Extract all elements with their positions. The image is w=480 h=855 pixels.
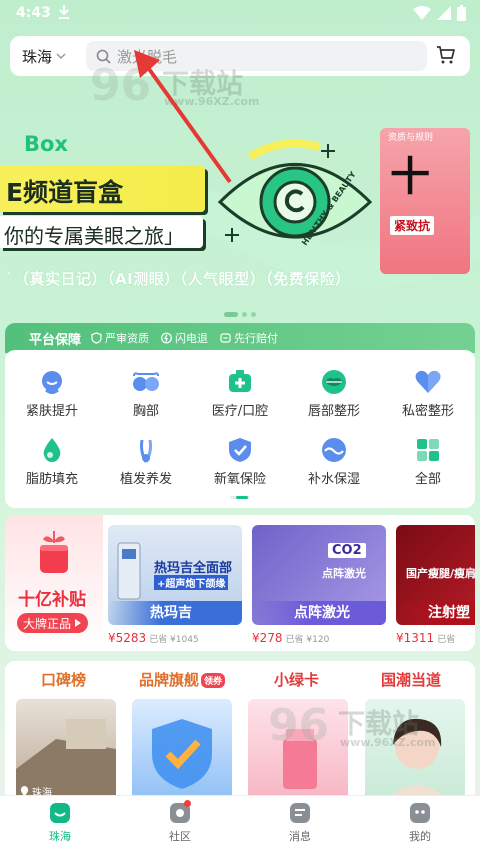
category-item[interactable]: 紧肤提升	[12, 368, 92, 419]
banner-subtitle-strip: 你的专属美眼之旅」	[0, 216, 203, 248]
product-price: ¥278 已省 ¥120	[252, 631, 330, 645]
ranking-title[interactable]: 小绿卡	[274, 669, 319, 690]
banner-box-word: Box	[24, 132, 68, 156]
guarantee-item: 闪电退	[161, 330, 208, 346]
product-overlay-line1: 热玛吉全面部	[154, 561, 233, 576]
product-overlay-line1: 国产瘦腿/瘦肩	[406, 567, 475, 580]
promo-banner[interactable]: Box E频道盲盒 你的专属美眼之旅」 HEALTHY & BEAUTY 资质与…	[0, 92, 480, 302]
subsidy-title: 十亿补贴	[18, 590, 86, 610]
product-card[interactable]: 热玛吉全面部 +超声炮下颌缘 热玛吉 ¥5283 已省 ¥1045	[108, 525, 242, 645]
banner-subtitle: 你的专属美眼之旅」	[4, 224, 184, 248]
medical-kit-icon	[229, 370, 251, 392]
annotation-arrow-icon	[134, 50, 232, 184]
category-item[interactable]: 植发养发	[106, 436, 186, 487]
ranking-image[interactable]: 珠海	[16, 699, 116, 801]
hair-icon	[140, 439, 152, 463]
lips-icon	[322, 370, 346, 394]
status-time: 4:43	[16, 5, 51, 21]
pagination-dot	[242, 312, 247, 317]
nav-profile[interactable]: 我的	[360, 796, 480, 855]
compensation-icon	[220, 333, 231, 343]
heart-icon	[415, 370, 441, 393]
nav-home[interactable]: 珠海	[0, 796, 120, 855]
guarantee-item: 严审资质	[91, 330, 149, 346]
pagination-dot-active	[224, 312, 238, 317]
download-status-icon	[59, 5, 69, 19]
side-card-big-text: 十	[390, 154, 430, 200]
grid-icon	[417, 439, 439, 461]
product-overlay-line1: CO2	[328, 543, 366, 558]
profile-icon	[410, 803, 430, 823]
category-item[interactable]: 新氧保险	[200, 436, 280, 487]
status-bar: 4:43	[0, 0, 480, 28]
product-image: 热玛吉全面部 +超声炮下颌缘 热玛吉	[108, 525, 242, 625]
cart-icon[interactable]	[436, 45, 456, 65]
city-label: 珠海	[22, 47, 53, 66]
chevron-down-icon	[56, 53, 66, 59]
platform-guarantee-bar[interactable]: 平台保障 严审资质 闪电退 先行赔付	[5, 323, 475, 353]
banner-title: E频道盲盒	[6, 178, 124, 207]
product-card[interactable]: CO2 点阵激光 点阵激光 ¥278 已省 ¥120	[252, 525, 386, 645]
coupon-badge: 领券	[201, 673, 226, 688]
pagination-dot	[251, 312, 256, 317]
nav-community[interactable]: 社区	[120, 796, 240, 855]
category-item[interactable]: 医疗/口腔	[200, 368, 280, 419]
product-card[interactable]: 国产瘦腿/瘦肩 注射塑 ¥1311 已省	[396, 525, 475, 645]
category-item[interactable]: 全部	[388, 436, 468, 487]
ranking-title[interactable]: 国潮当道	[381, 669, 441, 690]
category-item[interactable]: 脂肪填充	[12, 436, 92, 487]
watermark-number: 96	[268, 700, 330, 751]
play-arrow-icon	[75, 619, 82, 627]
banner-tags: `（真实日记）（AI测眼）（人气眼型）（免费保险）	[6, 270, 351, 288]
device-image-icon	[117, 542, 141, 600]
drop-icon	[43, 438, 61, 462]
watermark-url: www.96XZ.com	[340, 736, 436, 749]
category-item[interactable]: 补水保湿	[294, 436, 374, 487]
product-image: 国产瘦腿/瘦肩 注射塑	[396, 525, 475, 625]
side-card-caption: 资质与规则	[388, 133, 434, 143]
ranking-title[interactable]: 品牌旗舰 领券	[139, 669, 226, 690]
ranking-title[interactable]: 口碑榜	[41, 669, 86, 690]
bottom-navigation: 珠海 社区 消息 我的	[0, 795, 480, 855]
product-name: 热玛吉	[108, 601, 242, 625]
side-card-tag: 紧致抗	[390, 216, 435, 235]
subsidy-badge[interactable]: 大牌正品	[17, 613, 89, 633]
product-overlay-line2: +超声炮下颌缘	[154, 575, 229, 590]
subsidy-header[interactable]: 十亿补贴 大牌正品	[5, 515, 103, 651]
battery-icon	[457, 5, 466, 21]
category-item[interactable]: 胸部	[106, 368, 186, 419]
category-grid: 紧肤提升 胸部 医疗/口腔 唇部整形 私密整形 脂肪填充 植发养发 新氧保险 补…	[5, 350, 475, 508]
banner-side-card[interactable]: 资质与规则 十 紧致抗	[380, 128, 470, 274]
home-icon	[50, 803, 70, 823]
product-price: ¥5283 已省 ¥1045	[108, 631, 199, 645]
product-name: 注射塑	[396, 601, 475, 625]
gift-icon	[40, 531, 68, 573]
product-image: CO2 点阵激光 点阵激光	[252, 525, 386, 625]
nav-messages[interactable]: 消息	[240, 796, 360, 855]
product-name: 点阵激光	[252, 601, 386, 625]
guarantee-item: 先行赔付	[220, 330, 278, 346]
shield-check-icon	[152, 719, 212, 789]
message-icon	[290, 803, 310, 823]
system-status-icons	[413, 5, 466, 21]
chest-icon	[133, 372, 159, 391]
product-overlay-line2: 点阵激光	[322, 567, 366, 580]
wifi-icon	[413, 6, 431, 20]
insurance-icon	[229, 438, 251, 462]
ranking-image[interactable]	[132, 699, 232, 801]
city-selector[interactable]: 珠海	[10, 46, 74, 67]
category-page-indicator	[230, 496, 250, 499]
face-lift-icon	[42, 371, 62, 394]
lightning-icon	[161, 332, 172, 344]
notification-dot	[184, 800, 191, 807]
water-icon	[322, 438, 346, 462]
signal-icon	[437, 6, 451, 20]
category-item[interactable]: 私密整形	[388, 368, 468, 419]
banner-pagination	[224, 312, 256, 317]
shield-icon	[91, 332, 102, 344]
subsidy-section: 十亿补贴 大牌正品 热玛吉全面部 +超声炮下颌缘 热玛吉 ¥5283 已省 ¥10…	[5, 515, 475, 651]
category-item[interactable]: 唇部整形	[294, 368, 374, 419]
guarantee-title: 平台保障	[29, 332, 82, 348]
product-price: ¥1311 已省	[396, 631, 456, 645]
